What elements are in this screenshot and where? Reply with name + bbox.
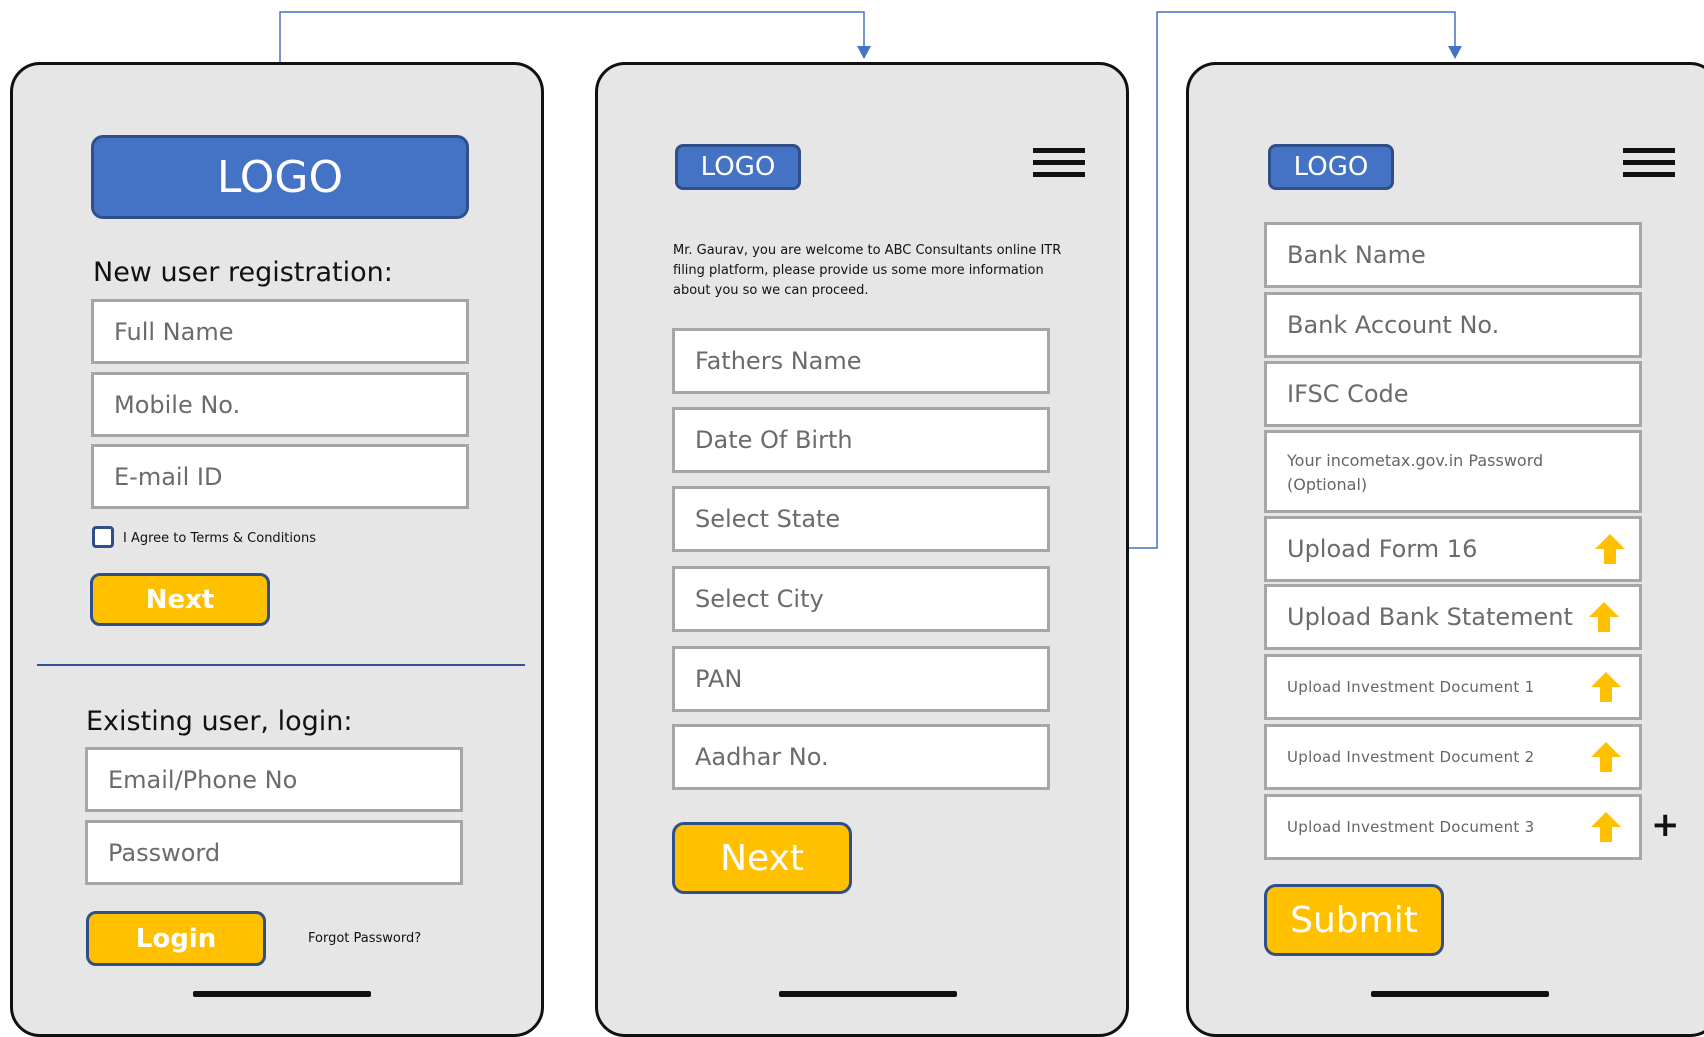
pan-input[interactable]: PAN bbox=[672, 646, 1050, 712]
section-divider bbox=[37, 664, 525, 666]
connector-screen1-to-screen2 bbox=[279, 11, 871, 62]
submit-button[interactable]: Submit bbox=[1264, 884, 1444, 956]
upload-investment-doc-3-label: Upload Investment Document 3 bbox=[1287, 818, 1535, 836]
welcome-message: Mr. Gaurav, you are welcome to ABC Consu… bbox=[673, 243, 1062, 298]
next-button[interactable]: Next bbox=[672, 822, 852, 894]
bank-name-input[interactable]: Bank Name bbox=[1264, 222, 1642, 288]
registration-login-screen: LOGO New user registration: Full Name Mo… bbox=[10, 62, 544, 1037]
registration-heading: New user registration: bbox=[93, 257, 393, 288]
upload-arrow-icon[interactable] bbox=[1593, 532, 1627, 566]
select-state-dropdown[interactable]: Select State bbox=[672, 486, 1050, 552]
upload-form16-field[interactable]: Upload Form 16 bbox=[1264, 516, 1642, 582]
upload-bank-statement-field[interactable]: Upload Bank Statement bbox=[1264, 584, 1642, 650]
date-of-birth-input[interactable]: Date Of Birth bbox=[672, 407, 1050, 473]
login-heading: Existing user, login: bbox=[86, 706, 353, 737]
select-city-dropdown[interactable]: Select City bbox=[672, 566, 1050, 632]
email-input[interactable]: E-mail ID bbox=[91, 444, 469, 509]
upload-arrow-icon[interactable] bbox=[1589, 670, 1623, 704]
terms-label: I Agree to Terms & Conditions bbox=[123, 531, 316, 546]
upload-investment-doc-1-label: Upload Investment Document 1 bbox=[1287, 678, 1535, 696]
hamburger-menu-icon[interactable] bbox=[1623, 148, 1675, 180]
upload-investment-doc-2-field[interactable]: Upload Investment Document 2 bbox=[1264, 724, 1642, 790]
logo: LOGO bbox=[1268, 144, 1394, 190]
full-name-input[interactable]: Full Name bbox=[91, 299, 469, 364]
logo: LOGO bbox=[675, 144, 801, 190]
fathers-name-input[interactable]: Fathers Name bbox=[672, 328, 1050, 394]
home-indicator bbox=[1371, 991, 1549, 997]
forgot-password-link[interactable]: Forgot Password? bbox=[308, 931, 421, 946]
home-indicator bbox=[193, 991, 371, 997]
next-button[interactable]: Next bbox=[90, 573, 270, 626]
upload-investment-doc-1-field[interactable]: Upload Investment Document 1 bbox=[1264, 654, 1642, 720]
ifsc-code-input[interactable]: IFSC Code bbox=[1264, 361, 1642, 427]
add-document-button[interactable]: + bbox=[1651, 805, 1680, 845]
incometax-password-input[interactable]: Your incometax.gov.in Password (Optional… bbox=[1264, 430, 1642, 513]
upload-investment-doc-3-field[interactable]: Upload Investment Document 3 bbox=[1264, 794, 1642, 860]
upload-bank-statement-label: Upload Bank Statement bbox=[1287, 603, 1573, 631]
home-indicator bbox=[779, 991, 957, 997]
login-button[interactable]: Login bbox=[86, 911, 266, 966]
logo: LOGO bbox=[91, 135, 469, 219]
upload-investment-doc-2-label: Upload Investment Document 2 bbox=[1287, 748, 1535, 766]
bank-account-input[interactable]: Bank Account No. bbox=[1264, 292, 1642, 358]
hamburger-menu-icon[interactable] bbox=[1033, 148, 1085, 180]
mobile-input[interactable]: Mobile No. bbox=[91, 372, 469, 437]
upload-arrow-icon[interactable] bbox=[1589, 740, 1623, 774]
upload-form16-label: Upload Form 16 bbox=[1287, 535, 1478, 563]
upload-arrow-icon[interactable] bbox=[1589, 810, 1623, 844]
aadhar-input[interactable]: Aadhar No. bbox=[672, 724, 1050, 790]
terms-checkbox[interactable] bbox=[92, 526, 114, 548]
upload-arrow-icon[interactable] bbox=[1587, 600, 1621, 634]
password-input[interactable]: Password bbox=[85, 820, 463, 885]
login-id-input[interactable]: Email/Phone No bbox=[85, 747, 463, 812]
bank-documents-screen: LOGO Bank Name Bank Account No. IFSC Cod… bbox=[1186, 62, 1704, 1037]
personal-details-screen: LOGO Mr. Gaurav, you are welcome to ABC … bbox=[595, 62, 1129, 1037]
